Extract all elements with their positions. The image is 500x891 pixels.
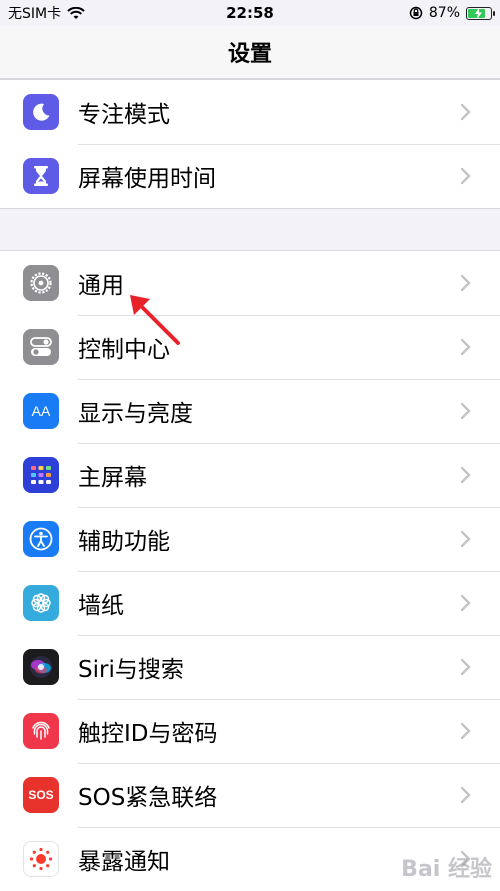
moon-icon: [23, 94, 59, 130]
row-label: Siri与搜索: [78, 657, 184, 683]
chevron-right-icon: [460, 594, 471, 612]
status-right: 87%: [409, 5, 495, 21]
charging-bolt-icon: [475, 7, 482, 19]
fingerprint-icon: [23, 713, 59, 749]
sos-icon: SOS: [23, 777, 59, 813]
settings-row-accessibility[interactable]: 辅助功能: [0, 507, 500, 571]
settings-row-focus[interactable]: 专注模式: [0, 80, 500, 144]
battery-icon: [466, 6, 495, 20]
chevron-right-icon: [460, 658, 471, 676]
row-label: 主屏幕: [78, 465, 147, 491]
chevron-right-icon: [460, 103, 471, 121]
gear-icon: [23, 265, 59, 301]
row-label: 显示与亮度: [78, 401, 193, 427]
settings-row-display[interactable]: AA 显示与亮度: [0, 379, 500, 443]
carrier-label: 无SIM卡: [8, 6, 62, 22]
status-left: 无SIM卡: [8, 3, 85, 23]
settings-row-home-screen[interactable]: 主屏幕: [0, 443, 500, 507]
home-grid-icon: [23, 457, 59, 493]
chevron-right-icon: [460, 530, 471, 548]
settings-row-wallpaper[interactable]: 墙纸: [0, 571, 500, 635]
chevron-right-icon: [460, 274, 471, 292]
settings-group-focus: 专注模式 屏幕使用时间: [0, 79, 500, 209]
chevron-right-icon: [460, 466, 471, 484]
chevron-right-icon: [460, 722, 471, 740]
sos-glyph: SOS: [28, 788, 54, 802]
chevron-right-icon: [460, 167, 471, 185]
text-size-icon: AA: [23, 393, 59, 429]
row-label: 墙纸: [78, 593, 124, 619]
row-label: SOS紧急联络: [78, 785, 218, 811]
settings-group-general: 通用 控制中心 AA 显示与亮度 主屏幕 辅助功能 墙纸 Siri与搜索 触控I…: [0, 250, 500, 891]
wifi-icon: [67, 6, 85, 19]
flower-icon: [23, 585, 59, 621]
chevron-right-icon: [460, 338, 471, 356]
chevron-right-icon: [460, 402, 471, 420]
page-title: 设置: [227, 42, 272, 67]
settings-row-control-center[interactable]: 控制中心: [0, 315, 500, 379]
chevron-right-icon: [460, 786, 471, 804]
nav-bar: 设置: [0, 26, 500, 79]
row-label: 触控ID与密码: [78, 721, 218, 747]
accessibility-icon: [23, 521, 59, 557]
orientation-lock-icon: [409, 6, 423, 20]
exposure-icon: [23, 841, 59, 877]
siri-icon: [23, 649, 59, 685]
settings-row-siri[interactable]: Siri与搜索: [0, 635, 500, 699]
row-label: 辅助功能: [78, 529, 170, 555]
settings-row-sos[interactable]: SOS SOS紧急联络: [0, 763, 500, 827]
settings-row-screen-time[interactable]: 屏幕使用时间: [0, 144, 500, 208]
watermark: Bai 经验: [401, 857, 492, 882]
settings-row-general[interactable]: 通用: [0, 251, 500, 315]
row-label: 通用: [78, 273, 124, 299]
hourglass-icon: [23, 158, 59, 194]
battery-percent: 87%: [428, 5, 460, 21]
row-label: 屏幕使用时间: [78, 166, 216, 192]
row-label: 控制中心: [78, 337, 170, 363]
settings-row-touch-id[interactable]: 触控ID与密码: [0, 699, 500, 763]
row-label: 专注模式: [78, 102, 170, 128]
toggles-icon: [23, 329, 59, 365]
status-bar: 无SIM卡 22:58 87%: [0, 0, 500, 26]
text-size-glyph: AA: [31, 403, 51, 419]
